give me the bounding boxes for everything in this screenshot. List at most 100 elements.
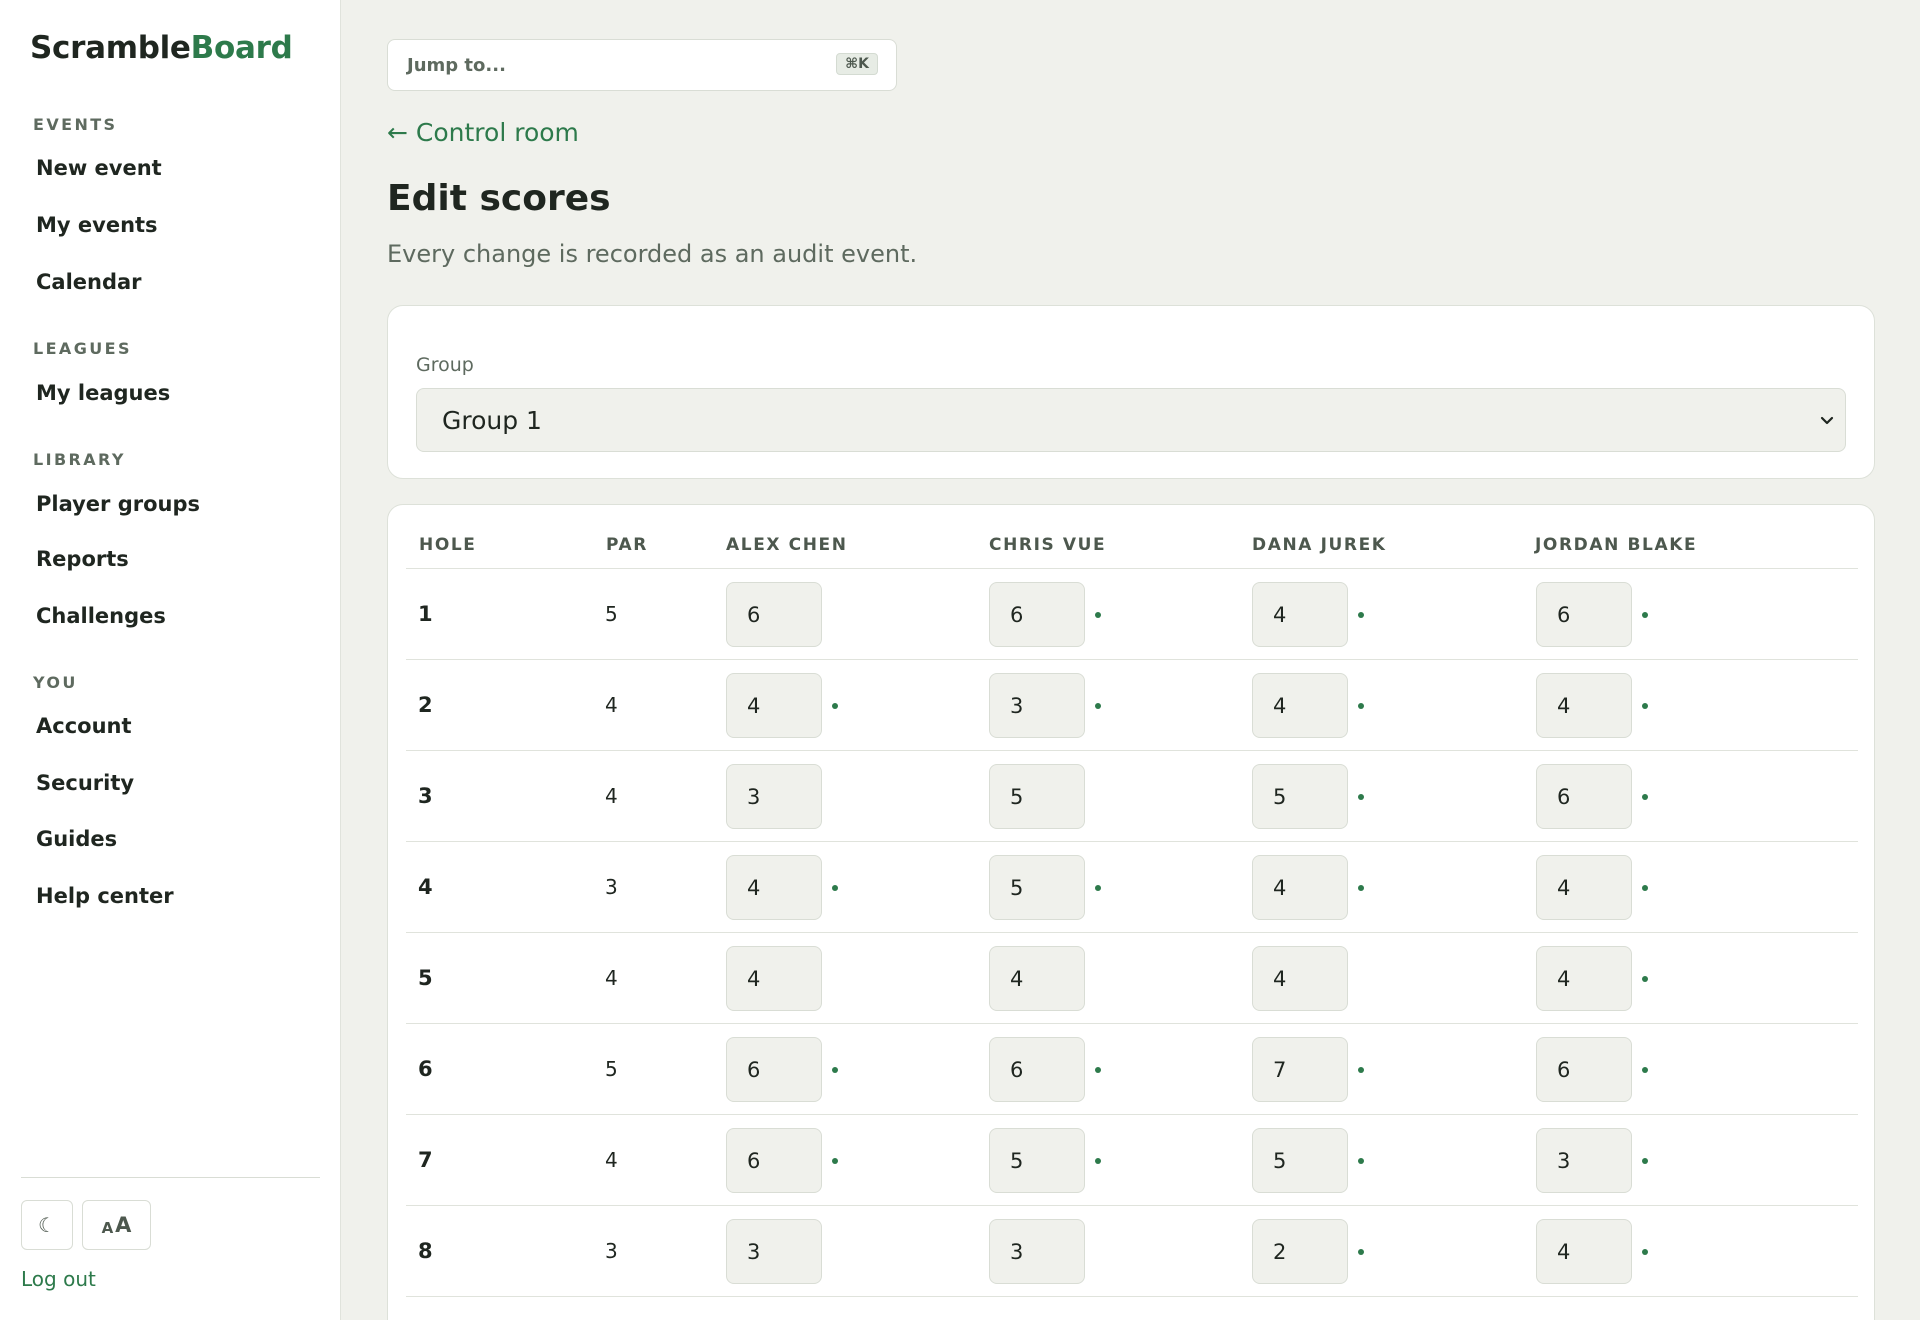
score-value: 5 [1010,1149,1024,1173]
score-input[interactable]: 6 [726,1037,822,1102]
page-subtitle: Every change is recorded as an audit eve… [387,240,918,268]
score-input[interactable]: 4 [1252,946,1348,1011]
changed-indicator-icon [1358,1067,1364,1073]
score-input[interactable]: 5 [989,855,1085,920]
score-input[interactable]: 5 [1252,1128,1348,1193]
score-input[interactable]: 4 [1536,946,1632,1011]
changed-indicator-icon [1642,1249,1648,1255]
score-value: 6 [1557,785,1571,809]
nav-item-account[interactable]: Account [36,714,132,738]
sidebar-divider [21,1177,320,1178]
score-value: 4 [1557,694,1571,718]
score-value: 6 [1557,603,1571,627]
theme-toggle-button[interactable]: ☾ [21,1200,73,1250]
score-input[interactable]: 6 [989,1037,1085,1102]
column-header-player-3: DANA JUREK [1252,535,1387,555]
table-row: 1 5 6 6 4 6 [406,569,1858,660]
changed-indicator-icon [832,703,838,709]
logout-link[interactable]: Log out [21,1267,96,1291]
hole-number: 3 [418,784,433,808]
score-input[interactable]: 3 [726,1219,822,1284]
score-value: 5 [1010,785,1024,809]
score-input[interactable]: 3 [989,1219,1085,1284]
nav-item-my-leagues[interactable]: My leagues [36,381,170,405]
brand-logo[interactable]: ScrambleBoard [30,30,293,66]
score-input[interactable]: 6 [1536,1037,1632,1102]
changed-indicator-icon [1642,976,1648,982]
nav-item-challenges[interactable]: Challenges [36,604,166,628]
nav-item-guides[interactable]: Guides [36,827,117,851]
chevron-down-icon [1820,416,1834,425]
score-value: 5 [1010,876,1024,900]
score-input[interactable]: 4 [726,946,822,1011]
jump-to-search[interactable]: Jump to... ⌘K [387,39,897,91]
score-input[interactable]: 5 [989,764,1085,829]
nav-item-help-center[interactable]: Help center [36,884,174,908]
score-value: 6 [747,603,761,627]
score-input[interactable]: 6 [726,1128,822,1193]
score-value: 5 [1273,785,1287,809]
score-input[interactable]: 4 [1252,582,1348,647]
changed-indicator-icon [1642,885,1648,891]
hole-number: 8 [418,1239,433,1263]
score-value: 3 [1557,1149,1571,1173]
score-input[interactable]: 6 [1536,582,1632,647]
score-input[interactable]: 6 [726,582,822,647]
brand-name-part2: Board [190,30,293,66]
score-input[interactable]: 4 [989,946,1085,1011]
score-input[interactable]: 4 [726,673,822,738]
score-value: 4 [1010,967,1024,991]
nav-item-calendar[interactable]: Calendar [36,270,142,294]
score-value: 4 [1557,876,1571,900]
score-value: 3 [747,1240,761,1264]
score-input[interactable]: 3 [726,764,822,829]
score-input[interactable]: 4 [1536,855,1632,920]
score-value: 7 [1273,1058,1287,1082]
nav-item-new-event[interactable]: New event [36,156,162,180]
column-header-player-2: CHRIS VUE [989,535,1107,555]
back-link-control-room[interactable]: ← Control room [387,118,579,147]
text-size-large-icon: A [115,1213,132,1237]
score-input[interactable]: 3 [1536,1128,1632,1193]
brand-name-part1: Scramble [30,30,191,66]
score-input[interactable]: 7 [1252,1037,1348,1102]
score-value: 2 [1273,1240,1287,1264]
nav-section-library: LIBRARY [33,450,126,469]
score-input[interactable]: 4 [1252,855,1348,920]
nav-item-player-groups[interactable]: Player groups [36,492,200,516]
table-row: 5 4 4 4 4 4 [406,933,1858,1024]
nav-item-reports[interactable]: Reports [36,547,129,571]
score-input[interactable]: 2 [1252,1219,1348,1284]
par-value: 5 [605,1057,618,1081]
changed-indicator-icon [1095,612,1101,618]
changed-indicator-icon [1095,703,1101,709]
score-value: 4 [1273,694,1287,718]
hole-number: 4 [418,875,433,899]
score-value: 3 [1010,1240,1024,1264]
nav-item-my-events[interactable]: My events [36,213,158,237]
nav-item-security[interactable]: Security [36,771,134,795]
score-input[interactable]: 3 [989,673,1085,738]
table-row: 3 4 3 5 5 6 [406,751,1858,842]
par-value: 4 [605,1148,618,1172]
group-select[interactable]: Group 1 [416,388,1846,452]
score-input[interactable]: 4 [1252,673,1348,738]
score-input[interactable]: 4 [726,855,822,920]
changed-indicator-icon [1095,1067,1101,1073]
score-input[interactable]: 6 [1536,764,1632,829]
score-input[interactable]: 5 [989,1128,1085,1193]
score-input[interactable]: 4 [1536,1219,1632,1284]
changed-indicator-icon [1642,703,1648,709]
hole-number: 1 [418,602,433,626]
text-size-button[interactable]: AA [82,1200,151,1250]
column-header-player-4: JORDAN BLAKE [1535,535,1698,555]
column-header-hole: HOLE [419,535,477,555]
score-input[interactable]: 5 [1252,764,1348,829]
moon-icon: ☾ [38,1213,56,1237]
score-value: 6 [747,1058,761,1082]
score-value: 6 [1010,603,1024,627]
score-value: 4 [1557,1240,1571,1264]
par-value: 3 [605,875,618,899]
score-input[interactable]: 6 [989,582,1085,647]
score-input[interactable]: 4 [1536,673,1632,738]
